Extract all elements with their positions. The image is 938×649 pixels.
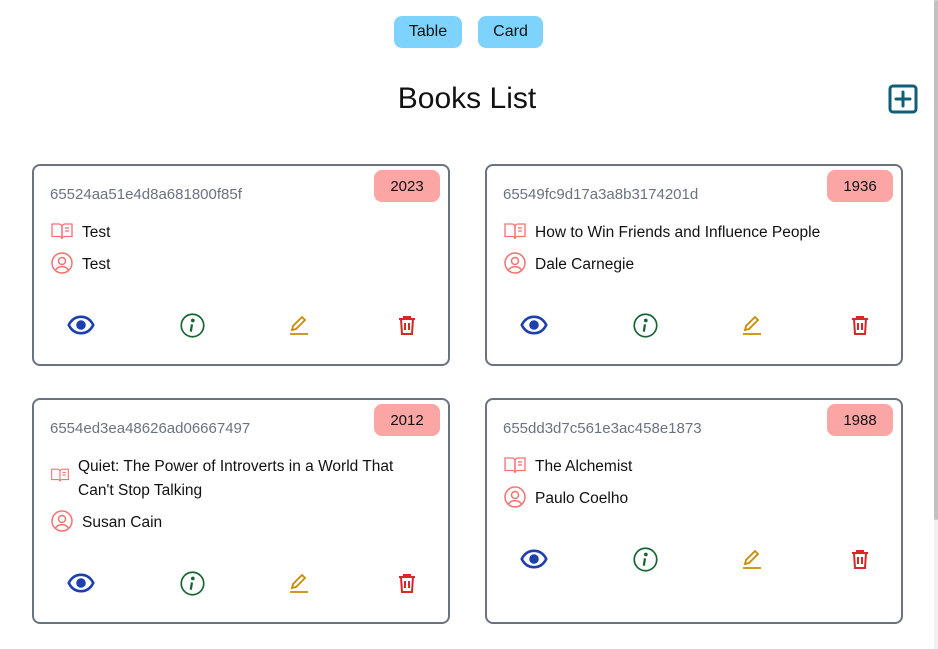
view-button[interactable]	[66, 568, 96, 598]
pencil-icon	[743, 549, 761, 569]
book-card: 655dd3d7c561e3ac458e1873 1988 The Alchem…	[485, 398, 903, 624]
book-open-icon	[51, 468, 69, 482]
eye-icon	[520, 549, 548, 569]
year-badge: 1988	[827, 404, 893, 436]
book-open-icon	[51, 223, 73, 240]
delete-button[interactable]	[392, 310, 422, 340]
book-open-icon	[504, 223, 526, 240]
user-circle-icon	[504, 486, 526, 508]
book-title: The Alchemist	[535, 458, 633, 475]
book-card: 6554ed3ea48626ad06667497 2012 Quiet: The…	[32, 398, 450, 624]
info-circle-icon	[179, 312, 205, 338]
info-button[interactable]	[630, 310, 660, 340]
view-button[interactable]	[519, 544, 549, 574]
book-author: Paulo Coelho	[535, 490, 629, 507]
book-title-row: How to Win Friends and Influence People	[503, 221, 893, 245]
delete-button[interactable]	[845, 544, 875, 574]
edit-button[interactable]	[737, 544, 767, 574]
trash-icon	[399, 316, 415, 335]
add-book-button[interactable]	[886, 82, 920, 116]
delete-button[interactable]	[392, 568, 422, 598]
table-view-button[interactable]: Table	[394, 16, 462, 48]
book-title-row: The Alchemist	[503, 455, 893, 479]
info-circle-icon	[632, 546, 658, 572]
book-author-row: Paulo Coelho	[503, 486, 893, 511]
eye-icon	[67, 315, 95, 335]
page-title: Books List	[397, 82, 537, 115]
plus-square-icon	[888, 84, 918, 114]
book-author: Test	[82, 256, 111, 273]
book-author: Dale Carnegie	[535, 256, 635, 273]
view-button[interactable]	[519, 310, 549, 340]
edit-button[interactable]	[284, 568, 314, 598]
book-title-row: Test	[50, 221, 430, 245]
user-circle-icon	[51, 252, 73, 274]
book-open-icon	[504, 457, 526, 474]
info-circle-icon	[632, 312, 658, 338]
book-id: 65524aa51e4d8a681800f85f	[50, 186, 242, 203]
book-id: 655dd3d7c561e3ac458e1873	[503, 420, 702, 437]
year-badge: 2012	[374, 404, 440, 436]
info-button[interactable]	[177, 568, 207, 598]
year-badge: 2023	[374, 170, 440, 202]
book-id: 65549fc9d17a3a8b3174201d	[503, 186, 699, 203]
info-circle-icon	[179, 570, 205, 596]
year-badge: 1936	[827, 170, 893, 202]
trash-icon	[399, 574, 415, 593]
eye-icon	[520, 315, 548, 335]
edit-button[interactable]	[737, 310, 767, 340]
info-button[interactable]	[177, 310, 207, 340]
book-author-row: Test	[50, 252, 430, 277]
user-circle-icon	[51, 510, 73, 532]
scrollbar-thumb[interactable]	[934, 0, 938, 520]
book-title: Quiet: The Power of Introverts in a Worl…	[78, 458, 394, 499]
book-title: Test	[82, 224, 111, 241]
book-card: 65549fc9d17a3a8b3174201d 1936 How to Win…	[485, 164, 903, 366]
edit-button[interactable]	[284, 310, 314, 340]
trash-icon	[852, 550, 868, 569]
book-id: 6554ed3ea48626ad06667497	[50, 420, 251, 437]
card-view-button[interactable]: Card	[478, 16, 543, 48]
book-card: 65524aa51e4d8a681800f85f 2023 Test Test	[32, 164, 450, 366]
pencil-icon	[290, 315, 308, 335]
pencil-icon	[290, 573, 308, 593]
delete-button[interactable]	[845, 310, 875, 340]
trash-icon	[852, 316, 868, 335]
eye-icon	[67, 573, 95, 593]
book-author-row: Susan Cain	[50, 510, 420, 535]
view-button[interactable]	[66, 310, 96, 340]
pencil-icon	[743, 315, 761, 335]
book-author-row: Dale Carnegie	[503, 252, 893, 277]
book-title: How to Win Friends and Influence People	[535, 224, 821, 241]
info-button[interactable]	[630, 544, 660, 574]
book-title-row: Quiet: The Power of Introverts in a Worl…	[50, 455, 420, 503]
book-author: Susan Cain	[82, 514, 163, 531]
user-circle-icon	[504, 252, 526, 274]
